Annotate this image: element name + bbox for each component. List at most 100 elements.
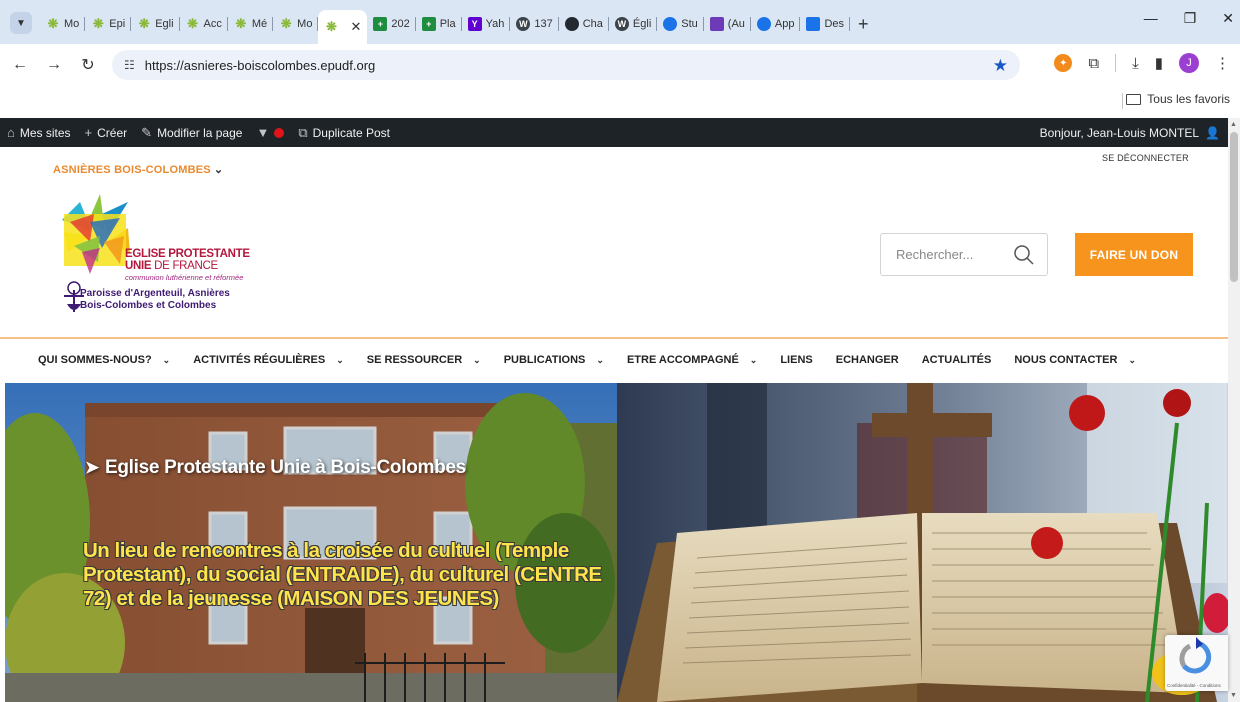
browser-tab[interactable]: Des bbox=[800, 10, 850, 38]
nav-item[interactable]: QUI SOMMES-NOUS? ⌄ bbox=[38, 354, 170, 366]
pencil-icon: ✎ bbox=[141, 124, 153, 140]
browser-tab[interactable]: Cha bbox=[559, 10, 609, 38]
browser-tab[interactable]: Y Yah bbox=[462, 10, 511, 38]
browser-menu-icon[interactable]: ⋮ bbox=[1215, 54, 1230, 72]
star-logo-icon: ❋ bbox=[325, 19, 337, 34]
close-window-icon[interactable]: ✕ bbox=[1222, 10, 1234, 27]
reload-button[interactable]: ↻ bbox=[74, 51, 102, 79]
chevron-down-icon: ⌄ bbox=[1128, 354, 1136, 365]
logo-line-2: UNIE DE FRANCE bbox=[125, 260, 218, 272]
seo-status-dot bbox=[274, 127, 285, 138]
tab-list: ❋ Mo ❋ Epi ❋ Egli ❋ Acc ❋ Mé ❋ Mo ❋ ✕ +202 + Pla Y Yah W 137… bbox=[40, 10, 869, 44]
window-controls: — ❐ ✕ bbox=[1144, 10, 1234, 27]
parish-selector[interactable]: ASNIÈRES BOIS-COLOMBES ⌄ bbox=[53, 163, 223, 176]
new-tab-button[interactable]: + bbox=[858, 14, 869, 35]
tab-label: (Au bbox=[727, 18, 745, 30]
tab-label: Acc bbox=[203, 18, 222, 30]
star-logo-icon: ❋ bbox=[138, 16, 150, 31]
browser-tab[interactable]: + Pla bbox=[416, 10, 462, 38]
nav-item-label: SE RESSOURCER bbox=[366, 354, 463, 366]
edit-page-link[interactable]: ✎ Modifier la page bbox=[134, 118, 249, 147]
browser-tab[interactable]: W Égli bbox=[609, 10, 658, 38]
doc-icon bbox=[806, 17, 821, 31]
scroll-down-icon[interactable]: ▼ bbox=[1230, 692, 1237, 699]
browser-tab[interactable]: ❋ Egli bbox=[131, 10, 180, 38]
extension-icon[interactable]: ✦ bbox=[1054, 54, 1073, 72]
page-scrollbar[interactable]: ▲ ▼ bbox=[1228, 118, 1240, 702]
logo-line-2-thin: DE FRANCE bbox=[151, 260, 218, 272]
browser-tab[interactable]: ❋ Acc bbox=[180, 10, 228, 38]
extensions-puzzle-icon[interactable]: ⧉ bbox=[1088, 55, 1099, 72]
site-search bbox=[880, 233, 1048, 276]
nav-item[interactable]: SE RESSOURCER ⌄ bbox=[367, 354, 481, 366]
donate-button[interactable]: FAIRE UN DON bbox=[1075, 233, 1193, 276]
nav-item-label: ECHANGER bbox=[835, 354, 899, 366]
profile-avatar[interactable]: J bbox=[1179, 53, 1199, 73]
site-info-icon[interactable]: ☷ bbox=[124, 58, 135, 72]
logout-link[interactable]: SE DÉCONNECTER bbox=[1102, 153, 1189, 163]
restore-icon[interactable]: ❐ bbox=[1184, 10, 1197, 27]
browser-tab[interactable]: ❋ Mé bbox=[228, 10, 274, 38]
plus-icon: + bbox=[84, 125, 93, 140]
search-input[interactable] bbox=[896, 247, 1006, 262]
sheets-icon: + bbox=[373, 17, 388, 31]
bookmark-star-icon[interactable]: ★ bbox=[993, 56, 1008, 76]
scrollbar-thumb[interactable] bbox=[1230, 132, 1238, 282]
logo-line-2-bold: UNIE bbox=[125, 260, 152, 272]
nav-item[interactable]: ECHANGER bbox=[836, 354, 899, 366]
star-logo-icon: ❋ bbox=[187, 16, 198, 31]
nav-item[interactable]: NOUS CONTACTER ⌄ bbox=[1014, 354, 1136, 366]
back-button[interactable]: ← bbox=[6, 51, 34, 79]
browser-tab[interactable]: +202 bbox=[367, 10, 416, 38]
duplicate-icon: ⧉ bbox=[298, 124, 308, 140]
nav-item-label: PUBLICATIONS bbox=[503, 354, 586, 366]
browser-tab[interactable]: ❋ Epi bbox=[85, 10, 132, 38]
browser-tab[interactable]: App bbox=[751, 10, 801, 38]
star-logo-icon: ❋ bbox=[92, 16, 104, 31]
active-tab[interactable]: ❋ ✕ bbox=[318, 10, 368, 44]
nav-item[interactable]: PUBLICATIONS ⌄ bbox=[504, 354, 604, 366]
sheets-icon: + bbox=[421, 17, 436, 31]
my-sites-menu[interactable]: ⌂ Mes sites bbox=[0, 118, 78, 147]
browser-tab[interactable]: (Au bbox=[704, 10, 751, 38]
nav-item[interactable]: LIENS bbox=[780, 354, 812, 366]
seo-menu[interactable]: ▼ bbox=[249, 118, 291, 147]
tab-label: Egli bbox=[155, 18, 174, 30]
yoast-icon: ▼ bbox=[256, 125, 270, 140]
tab-label: Mo bbox=[64, 18, 80, 30]
bookmarks-bar: Tous les favoris bbox=[0, 86, 1240, 116]
browser-tab[interactable]: ❋ Mo bbox=[273, 10, 319, 38]
nav-item[interactable]: ETRE ACCOMPAGNÉ ⌄ bbox=[627, 354, 757, 366]
tab-label: Égli bbox=[632, 18, 652, 30]
forward-button[interactable]: → bbox=[40, 51, 68, 79]
all-favorites-button[interactable]: Tous les favoris bbox=[1126, 92, 1230, 106]
nav-item[interactable]: ACTIVITÉS RÉGULIÈRES ⌄ bbox=[193, 354, 344, 366]
my-sites-icon: ⌂ bbox=[7, 125, 15, 140]
star-logo-icon: ❋ bbox=[47, 16, 59, 31]
download-icon[interactable]: ⤓ bbox=[1132, 55, 1139, 72]
create-menu[interactable]: + Créer bbox=[78, 118, 135, 147]
nav-item-label: ETRE ACCOMPAGNÉ bbox=[626, 354, 739, 366]
recaptcha-badge[interactable]: Confidentialité - Conditions bbox=[1165, 635, 1228, 691]
side-panel-icon[interactable]: ▮ bbox=[1155, 54, 1163, 72]
address-bar[interactable]: ☷ https://asnieres-boiscolombes.epudf.or… bbox=[112, 50, 1020, 80]
account-menu[interactable]: Bonjour, Jean-Louis MONTEL 👤 bbox=[1040, 118, 1220, 147]
close-tab-icon[interactable]: ✕ bbox=[350, 19, 361, 35]
logo-parish-line-2: Bois-Colombes et Colombes bbox=[80, 300, 217, 311]
browser-tab[interactable]: ❋ Mo bbox=[40, 10, 86, 38]
nav-item[interactable]: ACTUALITÉS bbox=[922, 354, 992, 366]
edit-page-label: Modifier la page bbox=[157, 125, 243, 140]
wp-admin-bar: ⌂ Mes sites + Créer ✎ Modifier la page ▼… bbox=[0, 118, 1228, 147]
browser-tab[interactable]: Stu bbox=[657, 10, 704, 38]
browser-tab[interactable]: W 137 bbox=[510, 10, 559, 38]
logo-tagline: communion luthérienne et réformée bbox=[125, 273, 244, 282]
create-label: Créer bbox=[97, 125, 128, 140]
tab-label: Yah bbox=[485, 18, 505, 30]
chevron-down-icon: ⌄ bbox=[336, 354, 344, 365]
tab-search-button[interactable]: ▼ bbox=[10, 12, 32, 34]
search-icon[interactable] bbox=[1013, 244, 1035, 266]
globe-icon bbox=[756, 17, 771, 31]
duplicate-post-link[interactable]: ⧉ Duplicate Post bbox=[291, 118, 397, 147]
minimize-icon[interactable]: — bbox=[1144, 10, 1158, 27]
scroll-up-icon[interactable]: ▲ bbox=[1230, 121, 1237, 128]
